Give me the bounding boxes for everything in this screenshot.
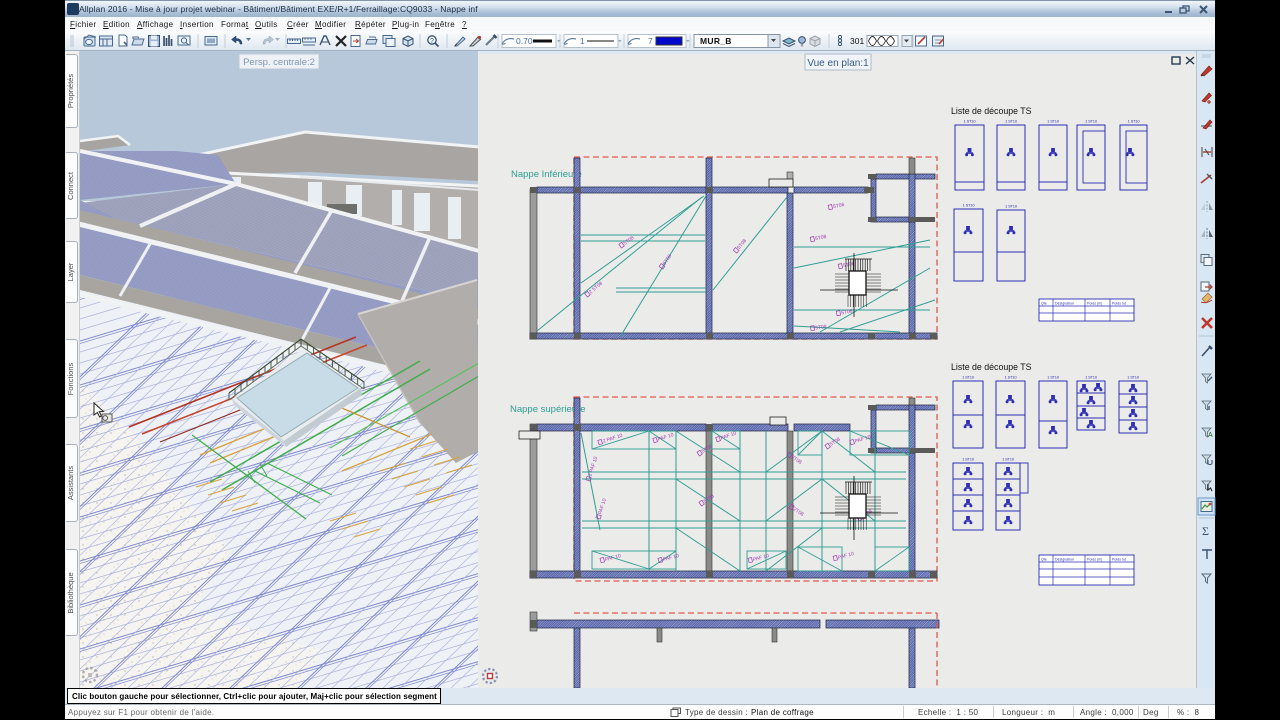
svg-text:Désignation: Désignation [1055, 302, 1074, 306]
svg-text:Poids (m): Poids (m) [1087, 302, 1102, 306]
svg-text:1 ST10: 1 ST10 [964, 119, 977, 124]
svg-text:301: 301 [850, 36, 864, 46]
svg-text:1 ST10: 1 ST10 [1047, 119, 1060, 124]
svg-text:1 ST10: 1 ST10 [1047, 375, 1060, 380]
svg-text:?: ? [430, 38, 434, 45]
svg-text:1 ST10: 1 ST10 [1005, 204, 1018, 209]
svg-text:1 ST10: 1 ST10 [1127, 375, 1140, 380]
svg-text:1: 1 [580, 36, 585, 46]
svg-text:1 ST10: 1 ST10 [1085, 119, 1098, 124]
svg-text:Liste de découpe TS: Liste de découpe TS [951, 106, 1032, 116]
svg-text:MUR_B: MUR_B [700, 36, 732, 46]
svg-text:1 ST10: 1 ST10 [963, 203, 976, 208]
svg-text:1 ST10: 1 ST10 [962, 457, 975, 462]
svg-text:Poids (m): Poids (m) [1087, 558, 1102, 562]
svg-text:Nappe Inférieure: Nappe Inférieure [511, 169, 582, 180]
svg-text:Poids tot: Poids tot [1112, 302, 1126, 306]
svg-text:Persp. centrale:2: Persp. centrale:2 [243, 57, 315, 68]
svg-text:1 ST10: 1 ST10 [1005, 119, 1018, 124]
svg-text:Désignation: Désignation [1055, 558, 1074, 562]
svg-text:7: 7 [648, 36, 653, 46]
svg-text:Liste de découpe TS: Liste de découpe TS [951, 362, 1032, 372]
svg-text:Poids tot: Poids tot [1112, 558, 1126, 562]
svg-text:Qté: Qté [1041, 558, 1047, 562]
svg-text:0.70: 0.70 [516, 36, 533, 46]
svg-text:1 ST10: 1 ST10 [1005, 375, 1018, 380]
svg-text:Σ: Σ [1202, 524, 1209, 538]
svg-text:A: A [1208, 432, 1213, 439]
svg-text:1 ST10: 1 ST10 [1002, 457, 1015, 462]
svg-text:1 ST10: 1 ST10 [1085, 375, 1098, 380]
svg-text:1 ST10: 1 ST10 [1128, 119, 1141, 124]
svg-text:1 ST10: 1 ST10 [962, 375, 975, 380]
svg-text:Qté: Qté [1041, 302, 1047, 306]
svg-text:Vue en plan:1: Vue en plan:1 [807, 58, 869, 69]
